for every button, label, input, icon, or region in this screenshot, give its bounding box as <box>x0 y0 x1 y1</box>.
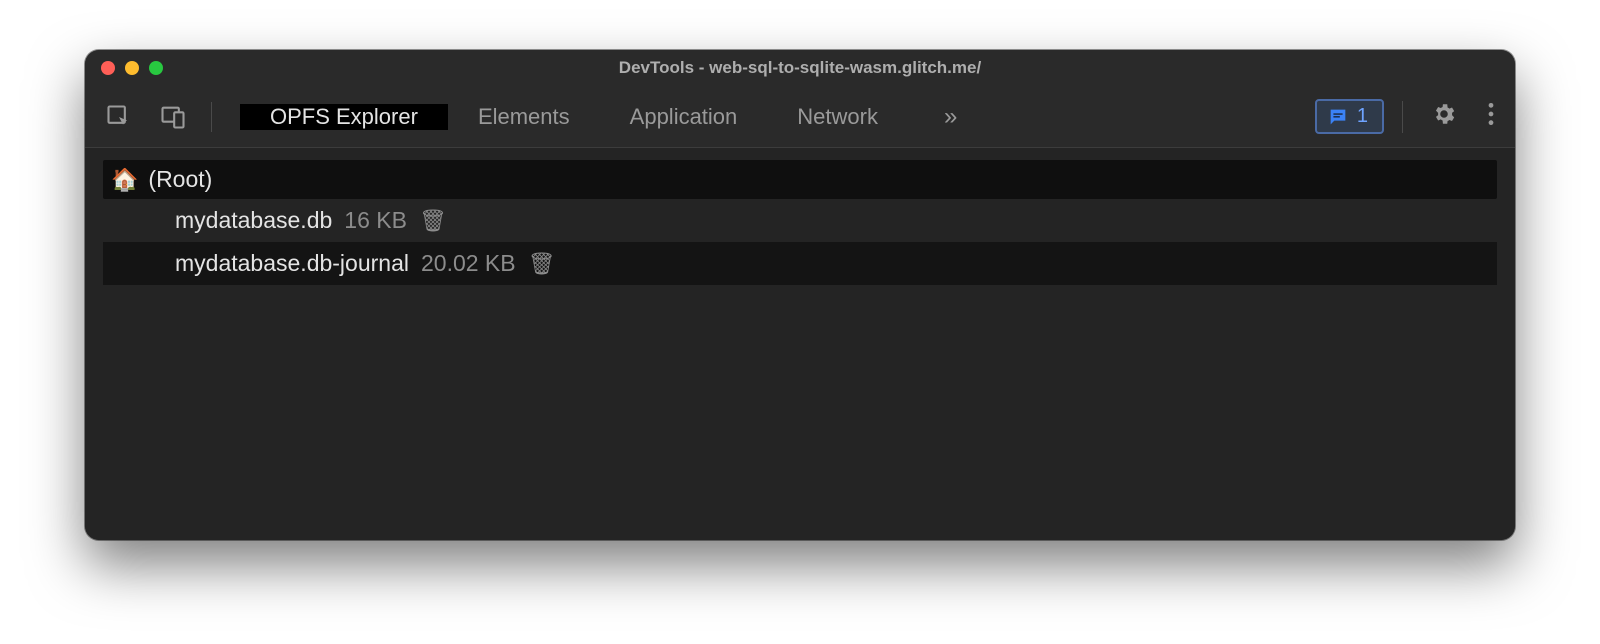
delete-file-button[interactable]: 🗑 <box>528 253 556 275</box>
tab-application[interactable]: Application <box>600 104 768 130</box>
file-name: mydatabase.db <box>175 207 332 234</box>
device-toggle-icon[interactable] <box>155 99 191 135</box>
chat-icon <box>1327 106 1349 128</box>
gear-icon <box>1431 101 1457 132</box>
more-tabs-button[interactable]: » <box>926 103 975 131</box>
tree-root-label: (Root) <box>148 166 212 193</box>
traffic-lights <box>85 61 163 75</box>
inspect-element-icon[interactable] <box>101 99 137 135</box>
settings-button[interactable] <box>1421 95 1467 138</box>
toolbar-left: OPFS Explorer Elements Application Netwo… <box>101 99 975 135</box>
file-row[interactable]: mydatabase.db-journal 20.02 KB 🗑 <box>103 242 1497 285</box>
toolbar-right: 1 <box>1315 95 1505 138</box>
file-size: 20.02 KB <box>421 250 516 277</box>
kebab-menu-icon <box>1487 101 1495 132</box>
file-size: 16 KB <box>344 207 407 234</box>
toolbar: OPFS Explorer Elements Application Netwo… <box>85 86 1515 148</box>
tab-elements[interactable]: Elements <box>448 104 600 130</box>
issues-button[interactable]: 1 <box>1315 99 1384 134</box>
maximize-window-button[interactable] <box>149 61 163 75</box>
file-name: mydatabase.db-journal <box>175 250 409 277</box>
home-icon: 🏠 <box>111 167 138 193</box>
issues-count: 1 <box>1357 105 1368 128</box>
toolbar-divider <box>211 102 212 132</box>
tab-opfs-explorer[interactable]: OPFS Explorer <box>240 104 448 130</box>
trash-icon: 🗑 <box>419 208 447 233</box>
titlebar: DevTools - web-sql-to-sqlite-wasm.glitch… <box>85 50 1515 86</box>
panel-tabs: OPFS Explorer Elements Application Netwo… <box>240 104 908 130</box>
more-options-button[interactable] <box>1477 95 1505 138</box>
window-title: DevTools - web-sql-to-sqlite-wasm.glitch… <box>85 58 1515 78</box>
opfs-explorer-panel: 🏠 (Root) mydatabase.db 16 KB 🗑 mydatabas… <box>85 148 1515 540</box>
devtools-window: DevTools - web-sql-to-sqlite-wasm.glitch… <box>85 50 1515 540</box>
minimize-window-button[interactable] <box>125 61 139 75</box>
trash-icon: 🗑 <box>528 251 556 276</box>
tab-network[interactable]: Network <box>767 104 908 130</box>
tree-root[interactable]: 🏠 (Root) <box>103 160 1497 199</box>
close-window-button[interactable] <box>101 61 115 75</box>
toolbar-divider-right <box>1402 101 1403 133</box>
delete-file-button[interactable]: 🗑 <box>419 210 447 232</box>
file-row[interactable]: mydatabase.db 16 KB 🗑 <box>103 199 1497 242</box>
